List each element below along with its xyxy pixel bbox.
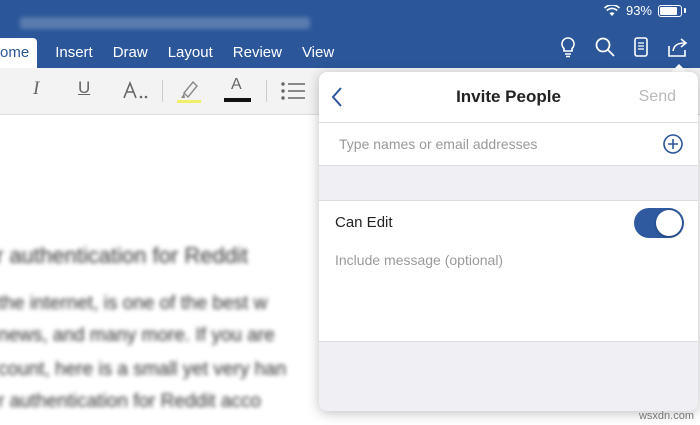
search-icon[interactable]: [594, 36, 616, 58]
tab-home[interactable]: ome: [0, 38, 38, 68]
tab-draw[interactable]: Draw: [103, 38, 158, 68]
wifi-icon: [603, 4, 620, 16]
ribbon-header: 93% ome Insert Draw Layout Review View: [0, 0, 700, 68]
tab-layout[interactable]: Layout: [158, 38, 223, 68]
document-title-blurred: [20, 17, 310, 29]
lightbulb-icon[interactable]: [558, 36, 578, 58]
tab-view[interactable]: View: [292, 38, 344, 68]
ribbon-actions: [558, 36, 690, 58]
tab-insert[interactable]: Insert: [45, 38, 103, 68]
font-color-button[interactable]: A: [231, 76, 242, 94]
send-button[interactable]: Send: [639, 88, 676, 106]
battery-icon: [658, 4, 682, 17]
text-effects-icon[interactable]: [122, 80, 150, 102]
names-input[interactable]: Type names or email addresses: [339, 136, 537, 152]
doc-line: r authentication for Reddit acco: [0, 391, 261, 412]
italic-button[interactable]: I: [33, 78, 39, 100]
doc-line: the internet, is one of the best w: [0, 293, 268, 314]
watermark: wsxdn.com: [638, 410, 694, 422]
share-icon[interactable]: [666, 36, 690, 58]
ribbon-tabs: ome Insert Draw Layout Review View: [0, 38, 344, 68]
popover-header: Invite People Send: [319, 72, 698, 123]
can-edit-row: Can Edit: [319, 200, 698, 244]
underline-button[interactable]: U: [78, 78, 90, 98]
add-contact-icon[interactable]: [662, 133, 684, 155]
doc-heading: r authentication for Reddit: [0, 243, 248, 268]
font-color-swatch: [224, 98, 251, 102]
tab-review[interactable]: Review: [223, 38, 292, 68]
doc-line: news, and many more. If you are: [0, 325, 275, 346]
invite-people-popover: Invite People Send Type names or email a…: [319, 72, 698, 411]
bullet-list-icon[interactable]: [280, 80, 306, 102]
highlighter-icon[interactable]: [175, 78, 203, 104]
battery-percent: 93%: [625, 3, 652, 18]
status-bar: 93%: [603, 3, 686, 18]
names-input-row[interactable]: Type names or email addresses: [319, 123, 698, 166]
can-edit-label: Can Edit: [335, 214, 393, 231]
can-edit-toggle[interactable]: [634, 208, 684, 238]
doc-line: count, here is a small yet very han: [0, 359, 287, 380]
message-field[interactable]: Include message (optional): [319, 242, 698, 342]
device-view-icon[interactable]: [632, 36, 650, 58]
message-placeholder: Include message (optional): [335, 252, 504, 268]
